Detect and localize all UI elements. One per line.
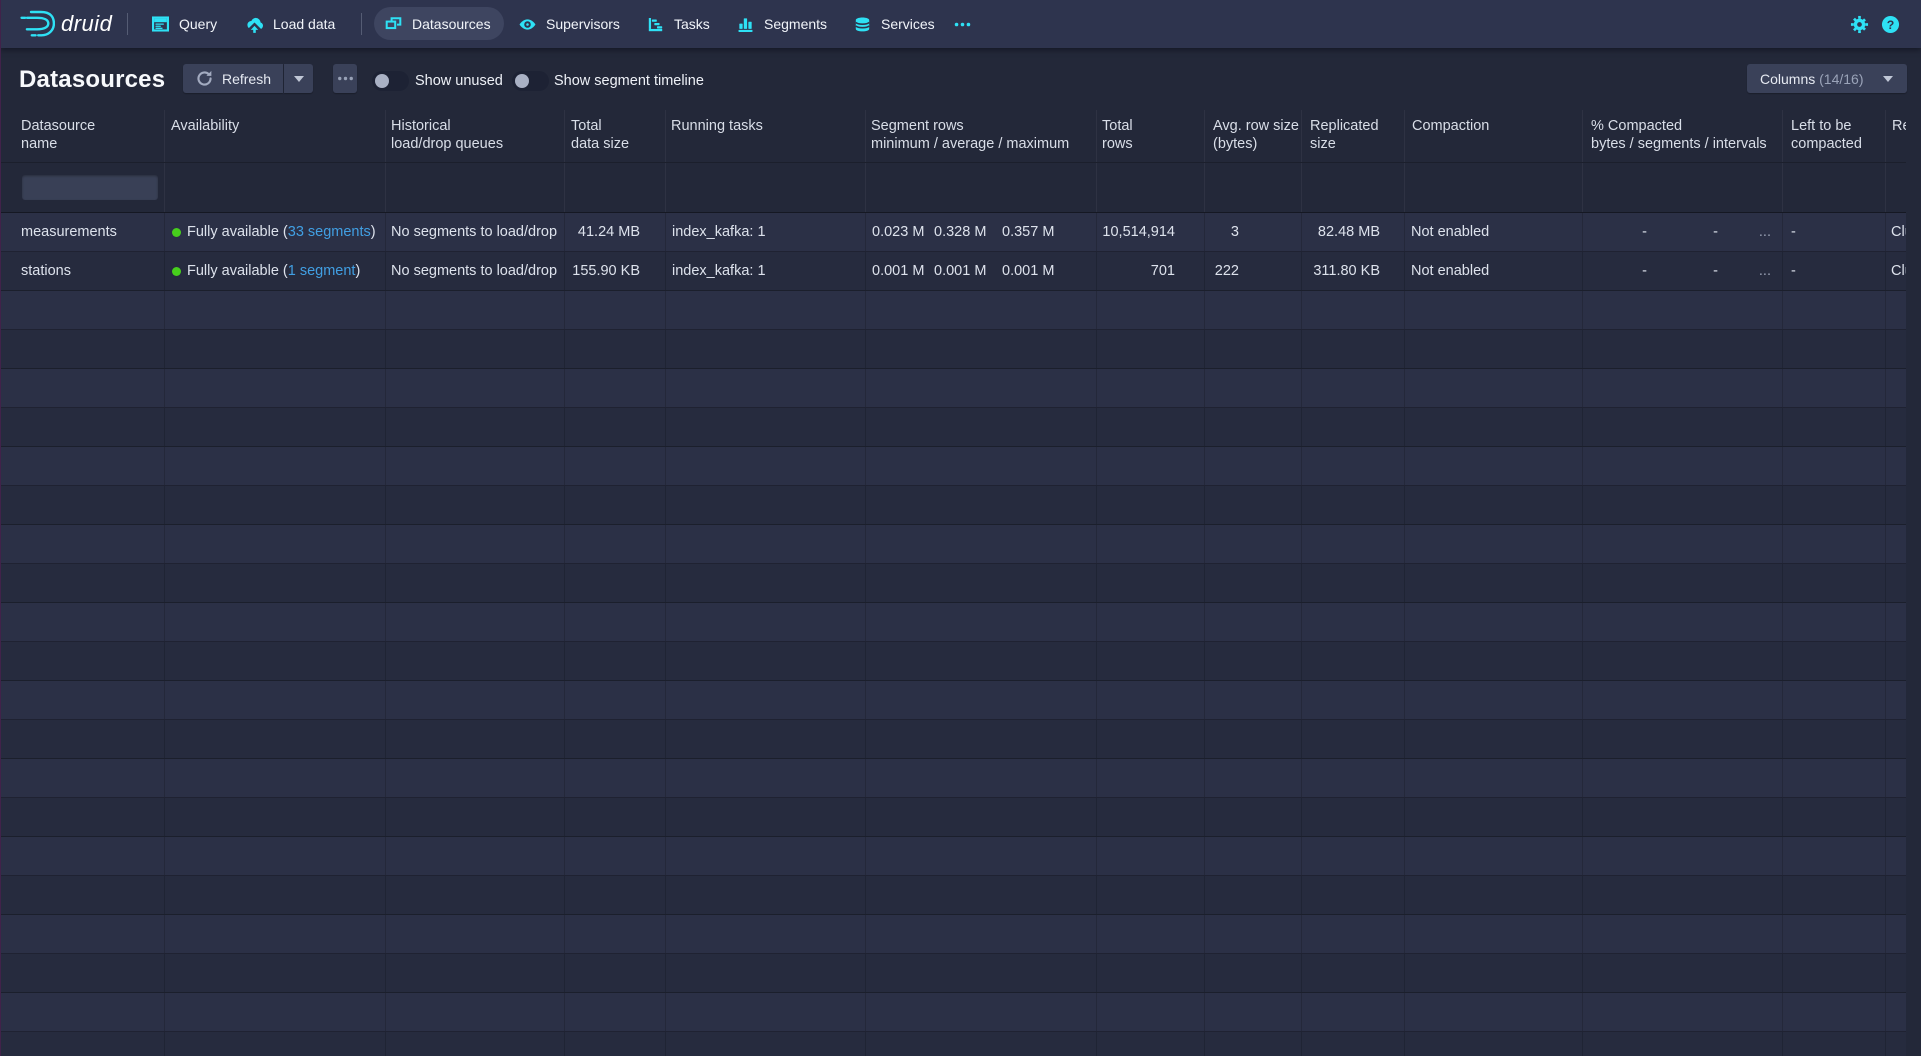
svg-text:?: ? bbox=[1887, 17, 1895, 31]
